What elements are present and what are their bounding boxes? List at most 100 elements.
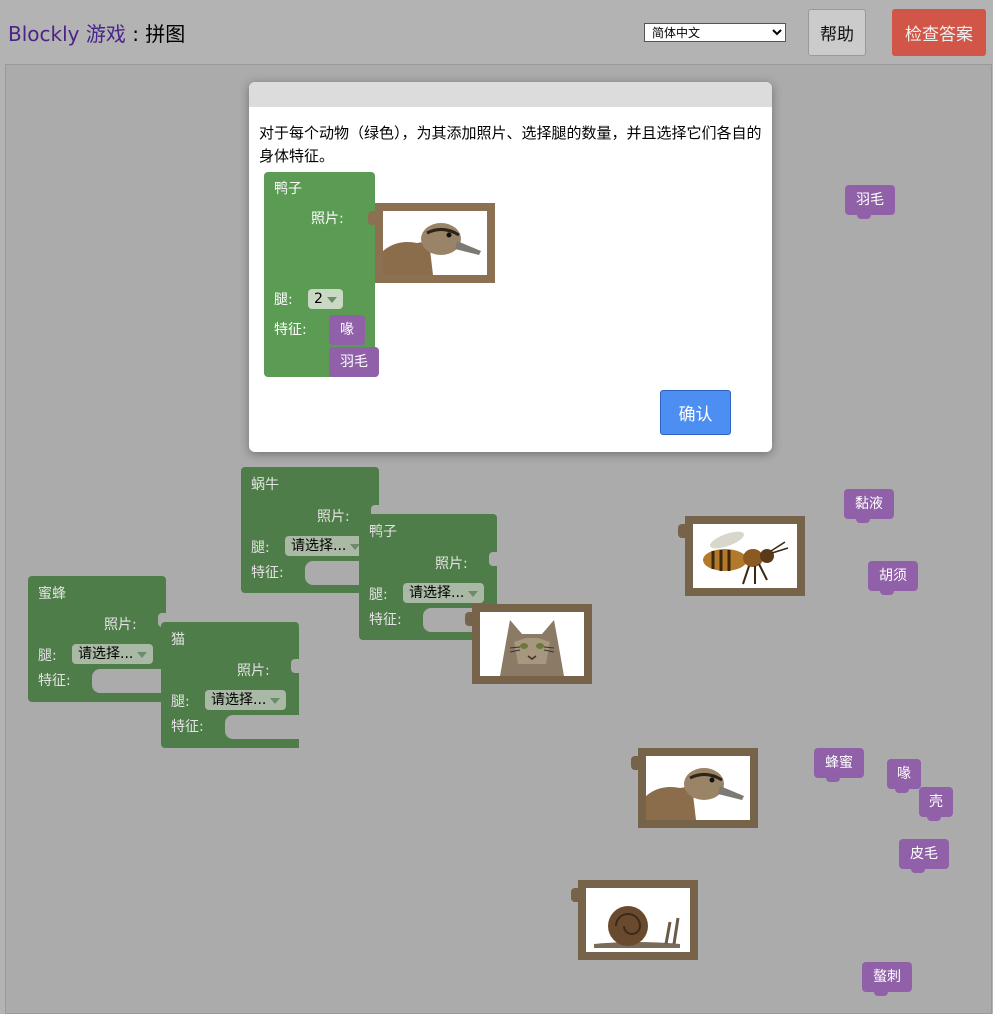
photo-label: 照片: <box>435 556 468 572</box>
trait-nub <box>874 992 888 996</box>
trait-label: 喙 <box>897 766 911 782</box>
legs-dropdown-value: 2 <box>314 291 323 307</box>
header: Blockly 游戏 : 拼图 简体中文 帮助 检查答案 <box>0 0 993 64</box>
photo-label: 照片: <box>104 617 137 633</box>
chevron-down-icon <box>468 591 479 597</box>
trait-label: 羽毛 <box>340 354 368 370</box>
chevron-down-icon <box>326 297 337 303</box>
trait-label: 羽毛 <box>856 192 884 208</box>
legs-dropdown-value: 请选择... <box>409 585 465 601</box>
help-dialog: 对于每个动物（绿色），为其添加照片、选择腿的数量，并且选择它们各自的身体特征。 … <box>249 82 772 452</box>
example-trait-feather: 羽毛 <box>329 347 379 377</box>
trait-label: 喙 <box>340 322 354 338</box>
legs-dropdown[interactable]: 请选择... <box>403 583 485 603</box>
legs-dropdown[interactable]: 请选择... <box>205 690 287 710</box>
trait-nub <box>911 869 925 873</box>
animal-name: 蜜蜂 <box>38 586 66 602</box>
legs-label: 腿: <box>171 694 190 710</box>
trait-block-slime[interactable]: 黏液 <box>844 489 894 523</box>
animal-block-cat[interactable]: 猫 照片: 腿: 请选择... 特征: <box>161 622 299 748</box>
trait-nub <box>895 789 909 793</box>
picture-tab <box>368 211 376 225</box>
photo-label: 照片: <box>237 663 270 679</box>
chevron-down-icon <box>137 652 148 658</box>
traits-label: 特征: <box>38 673 71 689</box>
trait-nub <box>857 215 871 219</box>
photo-label: 照片: <box>311 211 344 227</box>
animal-name: 鸭子 <box>369 524 397 540</box>
photo-socket <box>291 659 299 673</box>
check-answer-button[interactable]: 检查答案 <box>892 9 986 56</box>
trait-label: 黏液 <box>855 496 883 512</box>
picture-tab <box>678 524 686 538</box>
duck-photo <box>383 211 487 275</box>
legs-label: 腿: <box>38 648 57 664</box>
cat-photo <box>480 612 584 676</box>
picture-block-bee[interactable] <box>678 516 805 596</box>
traits-slot <box>92 669 166 693</box>
traits-label: 特征: <box>171 719 204 735</box>
trait-block-stinger[interactable]: 螯刺 <box>862 962 912 996</box>
language-select[interactable]: 简体中文 <box>644 23 786 42</box>
legs-dropdown-value: 请选择... <box>291 538 347 554</box>
trait-label: 皮毛 <box>910 846 938 862</box>
cat-icon <box>480 612 584 676</box>
trait-block-fur[interactable]: 皮毛 <box>899 839 949 873</box>
legs-label: 腿: <box>274 292 293 308</box>
trait-block-feather[interactable]: 羽毛 <box>845 185 895 219</box>
photo-label: 照片: <box>317 509 350 525</box>
legs-label: 腿: <box>251 540 270 556</box>
snail-icon <box>586 888 690 952</box>
legs-label: 腿: <box>369 587 388 603</box>
page-title: Blockly 游戏 : 拼图 <box>8 18 185 47</box>
trait-block-shell[interactable]: 壳 <box>919 787 953 821</box>
trait-label: 螯刺 <box>873 969 901 985</box>
dialog-title-bar[interactable] <box>249 82 772 107</box>
trait-label: 胡须 <box>879 568 907 584</box>
title-separator: : <box>125 22 146 46</box>
picture-tab <box>631 756 639 770</box>
legs-dropdown[interactable]: 请选择... <box>285 536 367 556</box>
traits-label: 特征: <box>369 612 402 628</box>
animal-name: 猫 <box>171 632 185 648</box>
picture-tab <box>465 612 473 626</box>
bee-photo <box>693 524 797 588</box>
trait-block-whiskers[interactable]: 胡须 <box>868 561 918 595</box>
picture-block-cat[interactable] <box>465 604 592 684</box>
bee-icon <box>693 524 797 588</box>
trait-label: 壳 <box>929 794 943 810</box>
picture-block-snail[interactable] <box>571 880 698 960</box>
trait-nub <box>880 591 894 595</box>
duck-icon <box>646 756 750 820</box>
legs-dropdown: 2 <box>308 289 343 309</box>
confirm-button[interactable]: 确认 <box>660 390 731 435</box>
animal-name: 蜗牛 <box>251 477 279 493</box>
picture-tab <box>571 888 579 902</box>
legs-dropdown[interactable]: 请选择... <box>72 644 154 664</box>
legs-dropdown-value: 请选择... <box>78 646 134 662</box>
trait-label: 蜂蜜 <box>825 755 853 771</box>
snail-photo <box>586 888 690 952</box>
traits-label: 特征: <box>251 565 284 581</box>
legs-dropdown-value: 请选择... <box>211 692 267 708</box>
help-button[interactable]: 帮助 <box>808 9 866 56</box>
animal-block-bee[interactable]: 蜜蜂 照片: 腿: 请选择... 特征: <box>28 576 166 702</box>
animal-name: 鸭子 <box>274 181 302 197</box>
trait-nub <box>927 817 941 821</box>
traits-slot <box>225 715 299 739</box>
duck-photo <box>646 756 750 820</box>
chevron-down-icon <box>270 698 281 704</box>
photo-socket <box>489 552 497 566</box>
brand-link[interactable]: Blockly 游戏 <box>8 22 126 46</box>
traits-label: 特征: <box>274 322 307 338</box>
trait-nub <box>826 778 840 782</box>
trait-block-honey[interactable]: 蜂蜜 <box>814 748 864 782</box>
duck-icon <box>383 211 487 275</box>
picture-block-duck[interactable] <box>631 748 758 828</box>
trait-nub <box>856 519 870 523</box>
example-trait-beak: 喙 <box>329 315 365 345</box>
game-name: 拼图 <box>145 22 186 46</box>
trait-block-beak[interactable]: 喙 <box>887 759 921 793</box>
example-picture-block <box>368 203 495 283</box>
dialog-instructions: 对于每个动物（绿色），为其添加照片、选择腿的数量，并且选择它们各自的身体特征。 <box>259 124 762 165</box>
